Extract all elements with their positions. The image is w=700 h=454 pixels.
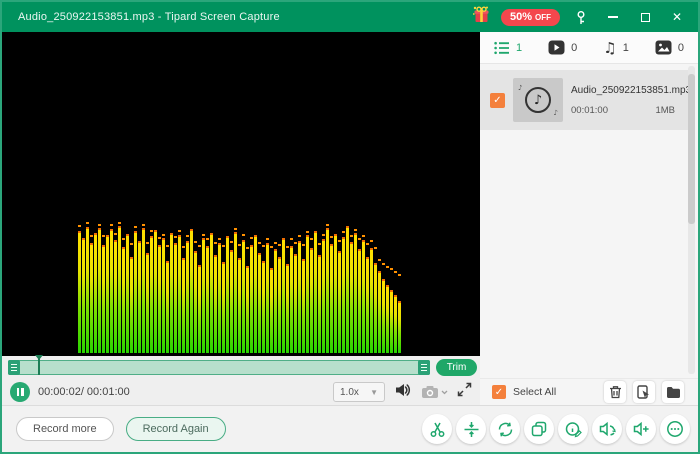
tab-video-count: 0 [571,42,577,54]
trim-scissors-button[interactable] [422,414,452,444]
progress-row: Trim [2,356,480,379]
bottom-toolbar: Record more Record Again [2,405,698,452]
tab-image[interactable]: 0 [655,40,684,55]
music-note-icon: ♫ [603,39,616,57]
titlebar: Audio_250922153851.mp3 - Tipard Screen C… [2,2,698,32]
mini-note-icon: ♪ [554,109,558,117]
convert-button[interactable] [490,414,520,444]
speed-select[interactable]: 1.0x ▼ [333,382,385,402]
maximize-button[interactable] [634,7,656,27]
trim-track[interactable] [8,360,430,375]
scrollbar-thumb[interactable] [688,74,695,224]
promo-percent: 50% [510,11,532,23]
open-folder-button[interactable] [662,381,684,403]
preview-area: Trim 00:00:02/ 00:01:00 1.0x ▼ [2,32,480,405]
tab-audio[interactable]: ♫ 1 [603,39,629,57]
select-all-label: Select All [513,386,556,398]
file-name: Audio_250922153851.mp3 [571,85,675,96]
image-icon [655,40,672,55]
gift-icon[interactable] [472,5,491,29]
file-size: 1MB [655,105,675,116]
panel-footer: ✓ Select All [480,378,698,405]
mini-note-icon: ♪ [518,84,522,92]
edit-info-icon [565,421,582,438]
speed-value: 1.0x [340,387,359,398]
split-icon [463,421,480,438]
trim-handle-left[interactable] [8,360,20,375]
music-record-icon: ♪ [525,87,551,113]
trim-handle-right[interactable] [418,360,430,375]
tab-audio-count: 1 [623,42,629,54]
more-dots-icon [666,420,684,438]
list-icon [494,41,510,55]
window-title: Audio_250922153851.mp3 - Tipard Screen C… [18,11,280,23]
app-window: Audio_250922153851.mp3 - Tipard Screen C… [0,0,700,454]
delete-button[interactable] [604,381,626,403]
camera-chevron-icon [441,390,448,395]
record-again-button[interactable]: Record Again [126,417,226,441]
split-button[interactable] [456,414,486,444]
key-icon[interactable] [570,7,592,27]
pause-button[interactable] [10,382,30,402]
volume-boost-icon [633,421,650,437]
promo-off: OFF [535,13,551,22]
scissors-icon [429,421,446,438]
file-duration: 00:01:00 [571,105,608,116]
waveform-visualizer [78,226,402,353]
copy-icon [531,421,547,437]
volume-boost-button[interactable] [626,414,656,444]
trim-button[interactable]: Trim [436,359,477,376]
fullscreen-icon[interactable] [457,382,472,402]
time-display: 00:00:02/ 00:01:00 [38,386,130,398]
file-item[interactable]: ✓ ♪ ♪ ♪ Audio_250922153851.mp3 00:01:00 … [480,70,690,130]
tab-list-count: 1 [516,42,522,54]
close-button[interactable]: ✕ [666,7,688,27]
edit-info-button[interactable] [558,414,588,444]
camera-icon[interactable] [421,385,448,399]
export-icon [637,385,651,399]
export-button[interactable] [633,381,655,403]
promo-badge[interactable]: 50% OFF [501,9,560,26]
select-all-checkbox[interactable]: ✓ [492,385,506,399]
chevron-down-icon: ▼ [370,388,378,397]
tab-video[interactable]: 0 [548,40,577,55]
record-more-button[interactable]: Record more [16,417,114,441]
convert-icon [497,421,514,438]
minimize-button[interactable] [602,7,624,27]
file-checkbox[interactable]: ✓ [490,93,505,108]
folder-icon [666,386,681,399]
speaker-icon[interactable] [394,382,412,403]
audio-convert-button[interactable] [592,414,622,444]
panel-scrollbar[interactable] [688,66,695,374]
copy-button[interactable] [524,414,554,444]
file-thumbnail: ♪ ♪ ♪ [513,78,563,122]
tab-list[interactable]: 1 [494,41,522,55]
audio-preview [2,32,480,356]
more-button[interactable] [660,414,690,444]
audio-convert-icon [599,421,616,437]
trash-icon [609,385,622,399]
playback-row: 00:00:02/ 00:01:00 1.0x ▼ [2,379,480,405]
media-panel: 1 0 ♫ 1 0 [480,32,698,405]
playhead[interactable] [38,355,40,375]
video-icon [548,40,565,55]
file-list: ✓ ♪ ♪ ♪ Audio_250922153851.mp3 00:01:00 … [480,64,698,378]
tab-image-count: 0 [678,42,684,54]
media-tabbar: 1 0 ♫ 1 0 [480,32,698,64]
